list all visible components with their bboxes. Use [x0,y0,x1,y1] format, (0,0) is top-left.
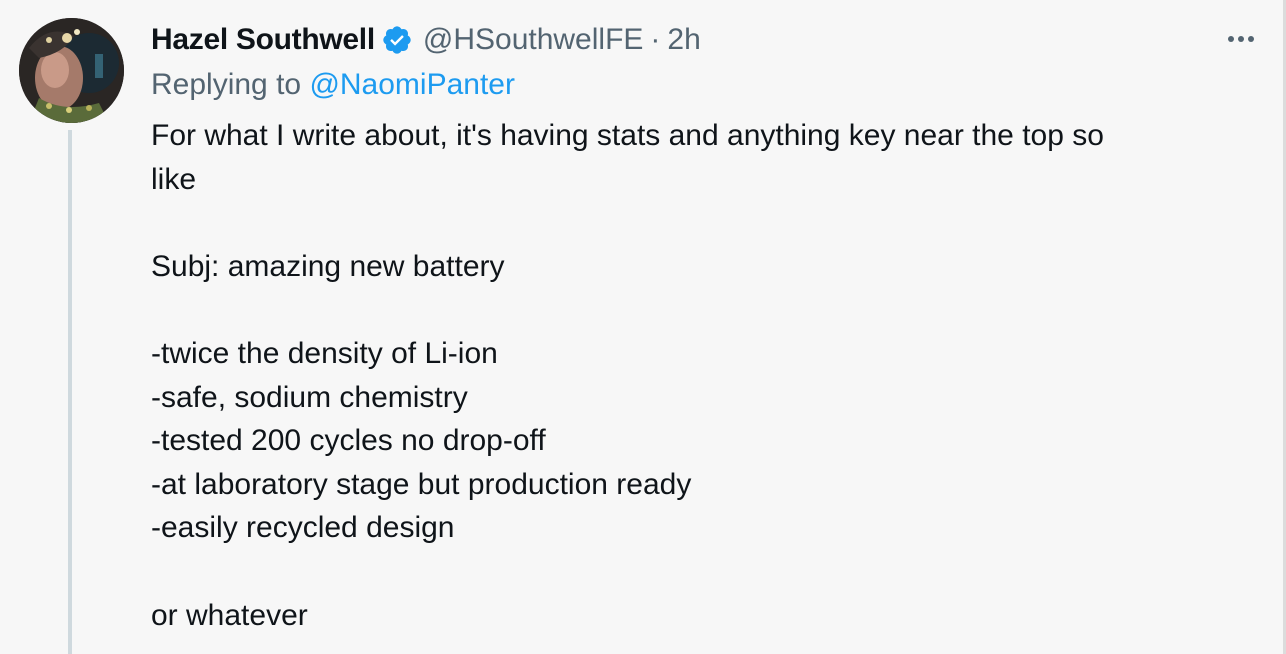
subject-line: Subj: amazing new battery [151,249,505,283]
avatar-image [19,18,124,123]
thread-line [68,130,72,654]
more-options-icon[interactable] [1221,24,1261,54]
bullet-point: -easily recycled design [151,511,455,545]
separator-dot: · [650,23,661,56]
reply-mention-link[interactable]: @NaomiPanter [309,68,515,101]
replying-label: Replying to [151,68,302,101]
closing-line: or whatever [151,598,308,632]
verified-badge-icon [381,24,413,56]
bullet-point: -tested 200 cycles no drop-off [151,424,546,458]
text-line: like [151,162,197,196]
bullet-point: -safe, sodium chemistry [151,380,468,414]
tweet-text: For what I write about, it's having stat… [151,114,1231,637]
tweet-card[interactable]: Hazel Southwell @HSouthwellFE · 2h Reply… [0,0,1286,654]
tweet-header: Hazel Southwell @HSouthwellFE · 2h [151,20,701,60]
bullet-point: -at laboratory stage but production read… [151,467,692,501]
more-dot [1248,36,1254,42]
more-dot [1228,36,1234,42]
user-handle[interactable]: @HSouthwellFE [423,23,644,57]
more-dot [1238,36,1244,42]
bullet-point: -twice the density of Li-ion [151,336,498,370]
display-name[interactable]: Hazel Southwell [151,23,375,57]
timestamp[interactable]: 2h [667,23,700,57]
replying-to: Replying to @NaomiPanter [151,68,515,102]
text-line: For what I write about, it's having stat… [151,119,1104,152]
avatar[interactable] [19,18,124,123]
